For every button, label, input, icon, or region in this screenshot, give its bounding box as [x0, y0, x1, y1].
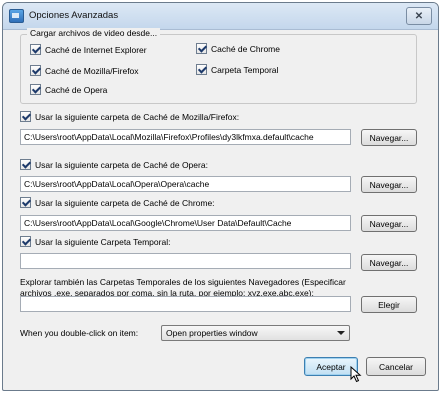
checkbox-ie-cache[interactable]: Caché de Internet Explorer: [30, 44, 147, 55]
checkbox-label: Caché de Opera: [45, 84, 108, 95]
checkbox-use-chrome-folder[interactable]: Usar la siguiente carpeta de Caché de Ch…: [20, 197, 215, 208]
checkbox-box[interactable]: [30, 65, 41, 76]
mozilla-browse-button[interactable]: Navegar...: [361, 129, 417, 146]
checkbox-mozilla-cache[interactable]: Caché de Mozilla/Firefox: [30, 65, 139, 76]
close-icon: ✕: [414, 10, 424, 22]
checkbox-temp-folder[interactable]: Carpeta Temporal: [196, 64, 278, 75]
checkbox-box[interactable]: [20, 236, 31, 247]
checkbox-box[interactable]: [20, 197, 31, 208]
checkbox-label: Usar la siguiente carpeta de Caché de Mo…: [35, 111, 240, 122]
checkbox-box[interactable]: [196, 64, 207, 75]
checkbox-box[interactable]: [20, 111, 31, 122]
checkbox-label: Carpeta Temporal: [211, 64, 279, 75]
browsers-exe-input[interactable]: [20, 296, 351, 312]
checkbox-label: Caché de Internet Explorer: [45, 44, 147, 55]
double-click-selected: Open properties window: [166, 328, 258, 338]
checkbox-box[interactable]: [20, 159, 31, 170]
chrome-browse-button[interactable]: Navegar...: [361, 215, 417, 232]
chrome-path-input[interactable]: C:\Users\root\AppData\Local\Google\Chrom…: [20, 215, 351, 231]
double-click-select[interactable]: Open properties window: [161, 325, 350, 341]
checkbox-label: Caché de Mozilla/Firefox: [45, 65, 139, 76]
checkbox-opera-cache[interactable]: Caché de Opera: [30, 84, 107, 95]
opera-browse-button[interactable]: Navegar...: [361, 176, 417, 193]
temp-browse-button[interactable]: Navegar...: [361, 254, 417, 271]
checkbox-label: Usar la siguiente carpeta de Caché de Op…: [35, 159, 208, 170]
group-title: Cargar archivos de video desde...: [27, 28, 161, 38]
checkbox-use-opera-folder[interactable]: Usar la siguiente carpeta de Caché de Op…: [20, 159, 208, 170]
checkbox-box[interactable]: [196, 43, 207, 54]
mouse-cursor-icon: [350, 366, 362, 383]
title-bar[interactable]: Opciones Avanzadas ✕: [3, 3, 438, 30]
cancel-button[interactable]: Cancelar: [366, 357, 426, 376]
chevron-down-icon: [337, 331, 345, 335]
checkbox-chrome-cache[interactable]: Caché de Chrome: [196, 43, 280, 54]
opera-path-input[interactable]: C:\Users\root\AppData\Local\Opera\Opera\…: [20, 176, 351, 192]
checkbox-box[interactable]: [30, 84, 41, 95]
checkbox-use-temp-folder[interactable]: Usar la siguiente Carpeta Temporal:: [20, 236, 170, 247]
checkbox-label: Usar la siguiente carpeta de Caché de Ch…: [35, 197, 215, 208]
checkbox-use-mozilla-folder[interactable]: Usar la siguiente carpeta de Caché de Mo…: [20, 111, 239, 122]
mozilla-path-input[interactable]: C:\Users\root\AppData\Local\Mozilla\Fire…: [20, 129, 351, 145]
checkbox-box[interactable]: [30, 44, 41, 55]
checkbox-label: Caché de Chrome: [211, 43, 280, 54]
choose-button[interactable]: Elegir: [361, 296, 417, 313]
window-title: Opciones Avanzadas: [29, 10, 119, 21]
close-button[interactable]: ✕: [406, 7, 432, 25]
checkbox-label: Usar la siguiente Carpeta Temporal:: [35, 236, 171, 247]
temp-path-input[interactable]: [20, 253, 351, 269]
app-icon: [9, 9, 24, 23]
double-click-label: When you double-click on item:: [20, 328, 139, 338]
